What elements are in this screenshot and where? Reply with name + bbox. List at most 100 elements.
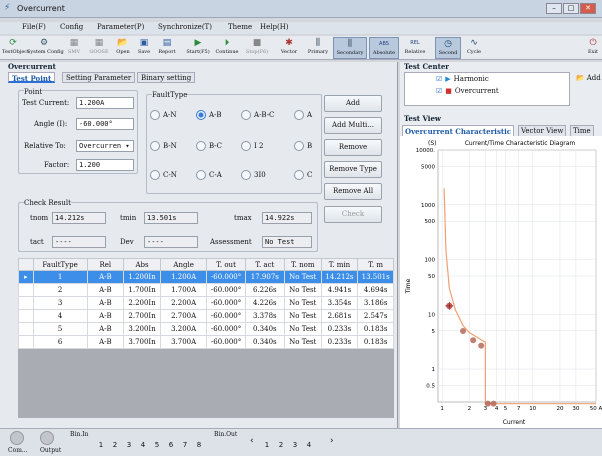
continue-button[interactable]: ⏵ Continue xyxy=(212,37,242,59)
menu-synchronize[interactable]: Synchronize(T) xyxy=(158,23,212,31)
minimize-icon[interactable]: – xyxy=(546,3,562,14)
radio-a-b[interactable]: A-B xyxy=(196,110,222,120)
radio-circle-icon[interactable] xyxy=(294,170,304,180)
absolute-button[interactable]: ABS Absolute xyxy=(369,37,399,59)
bin-in-toggle[interactable]: 3 xyxy=(124,440,134,450)
radio-circle-icon[interactable] xyxy=(150,141,160,151)
tree-item-harmonic[interactable]: ☑ ▶ Harmonic xyxy=(436,75,489,83)
column-header[interactable]: Angle xyxy=(159,258,208,271)
maximize-icon[interactable]: □ xyxy=(563,3,579,14)
relative-button[interactable]: REL Relative xyxy=(400,37,430,59)
remove-button[interactable]: Remove xyxy=(324,139,382,156)
radio-3i0[interactable]: 3I0 xyxy=(241,170,266,180)
table-row[interactable]: ▸ 1 A-B 1.200In 1.200A -60.000° 17.907s No Test… xyxy=(18,270,394,284)
secondary-button[interactable]: ⫼ Secondary xyxy=(333,37,367,59)
radio-a[interactable]: A xyxy=(294,110,312,120)
bin-out-toggle[interactable]: 1 xyxy=(262,440,272,450)
tree-item-overcurrent[interactable]: ☑ ■ Overcurrent xyxy=(436,87,499,95)
column-header[interactable]: T. act xyxy=(244,258,285,271)
menu-config[interactable]: Config xyxy=(60,23,83,31)
factor-input[interactable]: 1.200 xyxy=(76,159,134,171)
bin-in-toggle[interactable]: 8 xyxy=(194,440,204,450)
checkbox-icon[interactable]: ☑ xyxy=(436,87,442,95)
menu-file[interactable]: File(F) xyxy=(22,23,46,31)
radio-circle-icon[interactable] xyxy=(196,170,206,180)
column-header[interactable]: Abs xyxy=(123,258,161,271)
radio-c[interactable]: C xyxy=(294,170,312,180)
open-button[interactable]: 📂 Open xyxy=(112,37,134,59)
table-row[interactable]: 6 A-B 3.700In 3.700A -60.000° 0.340s No Test 0.… xyxy=(18,335,394,349)
start-button[interactable]: ▶ Start(F5) xyxy=(184,37,212,59)
add-button[interactable]: Add xyxy=(324,95,382,112)
remove-type-button[interactable]: Remove Type xyxy=(324,161,382,178)
bin-in-toggle[interactable]: 1 xyxy=(96,440,106,450)
menu-theme[interactable]: Theme xyxy=(228,23,252,31)
table-row[interactable]: 2 A-B 1.700In 1.700A -60.000° 6.226s No Test 4.… xyxy=(18,283,394,297)
menu-parameter[interactable]: Parameter(P) xyxy=(97,23,144,31)
goose-button[interactable]: ▦ GOOSE xyxy=(87,37,111,59)
remove-all-button[interactable]: Remove All xyxy=(324,183,382,200)
radio-circle-icon[interactable] xyxy=(196,110,206,120)
scroll-left-icon[interactable]: ‹ xyxy=(250,436,254,446)
column-header[interactable]: Rel xyxy=(86,258,125,271)
report-button[interactable]: ▤ Report xyxy=(154,37,180,59)
stop-button[interactable]: ■ Stop(F6) xyxy=(243,37,271,59)
tab-test-point[interactable]: Test Point xyxy=(8,72,56,83)
bin-out-toggle[interactable]: 2 xyxy=(276,440,286,450)
tab-binary-setting[interactable]: Binary setting xyxy=(137,72,196,83)
save-button[interactable]: ▣ Save xyxy=(134,37,154,59)
radio-c-a[interactable]: C-A xyxy=(196,170,222,180)
radio-circle-icon[interactable] xyxy=(241,141,251,151)
bin-in-toggle[interactable]: 6 xyxy=(166,440,176,450)
column-header[interactable]: T. m xyxy=(357,258,394,271)
vector-button[interactable]: ✱ Vector xyxy=(277,37,301,59)
column-header[interactable]: T. min xyxy=(320,258,359,271)
add-test-button[interactable]: 📂 Add xyxy=(576,74,601,82)
menu-help[interactable]: Help(H) xyxy=(260,23,289,31)
close-icon[interactable]: ✕ xyxy=(580,3,596,14)
primary-button[interactable]: ⫼ Primary xyxy=(304,37,332,59)
column-header[interactable]: T. out xyxy=(206,258,246,271)
radio-a-b-c[interactable]: A-B-C xyxy=(241,110,274,120)
column-header[interactable]: FaultType xyxy=(32,258,88,271)
second-button[interactable]: ◷ Second xyxy=(435,37,461,59)
table-row[interactable]: 5 A-B 3.200In 3.200A -60.000° 0.340s No Test 0.… xyxy=(18,322,394,336)
bin-out-toggle[interactable]: 3 xyxy=(290,440,300,450)
bin-in-toggle[interactable]: 5 xyxy=(152,440,162,450)
radio-c-n[interactable]: C-N xyxy=(150,170,177,180)
radio-b-n[interactable]: B-N xyxy=(150,141,177,151)
cycle-button[interactable]: ∿ Cycle xyxy=(462,37,486,59)
radio-circle-icon[interactable] xyxy=(294,141,304,151)
column-header[interactable]: T. nom xyxy=(283,258,322,271)
radio-b[interactable]: B xyxy=(294,141,312,151)
radio-circle-icon[interactable] xyxy=(241,110,251,120)
characteristic-chart[interactable]: (S) Current/Time Characteristic Diagram … xyxy=(400,136,602,428)
bin-in-toggle[interactable]: 2 xyxy=(110,440,120,450)
system-config-button[interactable]: ⚙ System Config xyxy=(27,37,64,59)
angle-input[interactable]: -60.000° xyxy=(76,118,134,130)
table-row[interactable]: 4 A-B 2.700In 2.700A -60.000° 3.378s No Test 2.… xyxy=(18,309,394,323)
add-multi-button[interactable]: Add Multi... xyxy=(324,117,382,134)
tab-setting-parameter[interactable]: Setting Parameter xyxy=(62,72,136,83)
testobject-button[interactable]: ⟳ TestObject xyxy=(2,37,29,59)
radio-circle-icon[interactable] xyxy=(241,170,251,180)
bin-in-toggle[interactable]: 4 xyxy=(138,440,148,450)
column-header[interactable] xyxy=(18,258,34,271)
relative-to-select[interactable]: Overcurren ▾ xyxy=(76,140,134,152)
radio-i2[interactable]: I 2 xyxy=(241,141,263,151)
bin-out-toggle[interactable]: 4 xyxy=(304,440,314,450)
radio-circle-icon[interactable] xyxy=(294,110,304,120)
exit-button[interactable]: ⏻ Exit xyxy=(586,37,600,59)
check-button[interactable]: Check xyxy=(324,206,382,223)
checkbox-icon[interactable]: ☑ xyxy=(436,75,442,83)
radio-a-n[interactable]: A-N xyxy=(150,110,177,120)
radio-b-c[interactable]: B-C xyxy=(196,141,222,151)
radio-circle-icon[interactable] xyxy=(150,170,160,180)
test-current-input[interactable]: 1.200A xyxy=(76,97,134,109)
scroll-right-icon[interactable]: › xyxy=(330,436,334,446)
radio-circle-icon[interactable] xyxy=(150,110,160,120)
smv-button[interactable]: ▦ SMV xyxy=(62,37,86,59)
bin-in-toggle[interactable]: 7 xyxy=(180,440,190,450)
table-row[interactable]: 3 A-B 2.200In 2.200A -60.000° 4.226s No Test 3.… xyxy=(18,296,394,310)
radio-circle-icon[interactable] xyxy=(196,141,206,151)
